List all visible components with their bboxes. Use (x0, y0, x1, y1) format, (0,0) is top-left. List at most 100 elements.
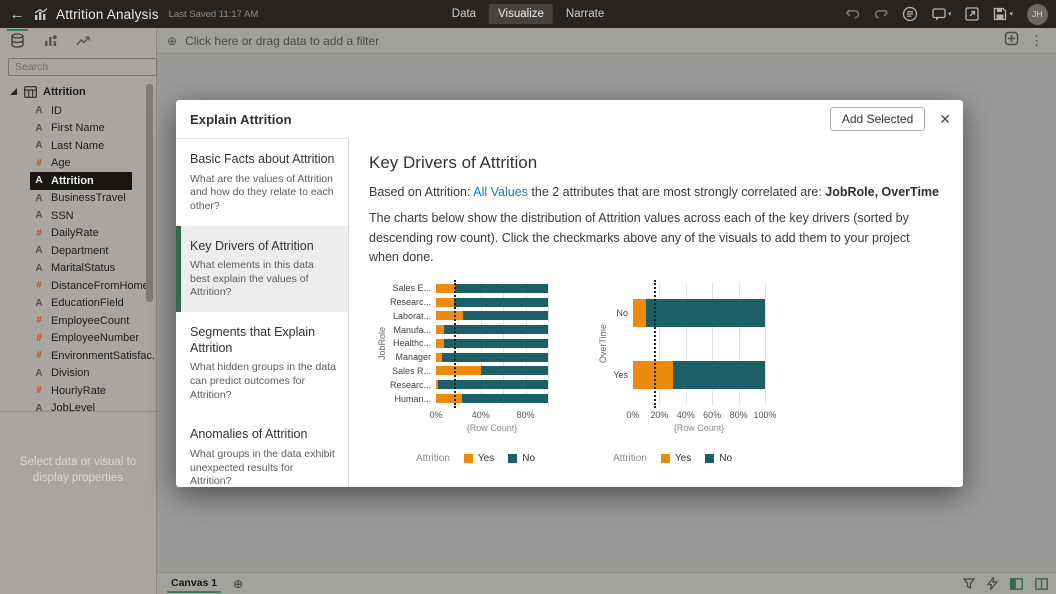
comment-icon[interactable]: ▾ (932, 8, 952, 21)
field-row[interactable]: ASSN (30, 207, 132, 225)
segment-no (454, 298, 548, 307)
toggle-split-panel-icon[interactable] (1035, 578, 1048, 590)
close-icon[interactable]: ✕ (939, 112, 951, 126)
bar-healthc-[interactable] (436, 339, 548, 348)
category-label: Researc... (388, 380, 436, 390)
insights-icon[interactable] (902, 6, 918, 22)
field-row[interactable]: #EmployeeNumber (30, 330, 132, 348)
stacked-bar-chart[interactable]: JobRoleSales E...Researc...Laborat...Man… (375, 282, 548, 464)
stacked-bar-chart[interactable]: OverTimeNoYes0%20%40%60%80%100%{Row Coun… (596, 282, 765, 464)
canvas-settings-icon[interactable] (1004, 31, 1019, 51)
bar-laborat-[interactable] (436, 311, 548, 320)
filter-bar[interactable]: ⊕ Click here or drag data to add a filte… (157, 28, 1056, 54)
field-row[interactable]: ABusinessTravel (30, 190, 132, 208)
bar-manufa-[interactable] (436, 325, 548, 334)
field-row[interactable]: #DistanceFromHome (30, 277, 132, 295)
explain-content: Key Drivers of Attrition Based on Attrit… (349, 138, 963, 487)
add-canvas-icon[interactable]: ⊕ (233, 578, 243, 590)
search-input[interactable] (8, 58, 157, 76)
save-caret-icon: ▾ (1009, 10, 1013, 18)
field-row[interactable]: #Age (30, 155, 132, 173)
correlation-summary: Based on Attrition: All Values the 2 att… (369, 183, 939, 202)
text-field-icon: A (34, 298, 44, 309)
scrollbar-thumb[interactable] (146, 84, 153, 302)
reference-line (454, 280, 456, 408)
field-row[interactable]: #EmployeeCount (30, 312, 132, 330)
text-field-icon: A (34, 263, 44, 274)
legend-title: Attrition (613, 453, 647, 464)
segment-no (455, 284, 548, 293)
legend-swatch (661, 454, 670, 463)
menu-item-desc: What hidden groups in the data can predi… (190, 361, 336, 402)
analytics-tab-icon[interactable] (76, 30, 92, 53)
field-row[interactable]: ADepartment (30, 242, 132, 260)
category-label: Manufa... (388, 325, 436, 335)
expand-triangle-icon (10, 88, 18, 96)
field-label: DistanceFromHome (51, 280, 149, 292)
toggle-left-panel-icon[interactable] (1010, 578, 1023, 590)
field-label: DailyRate (51, 227, 99, 239)
explain-menu-item[interactable]: Anomalies of AttritionWhat groups in the… (176, 414, 348, 487)
charts-description: The charts below show the distribution o… (369, 209, 939, 267)
undo-icon[interactable] (846, 8, 860, 20)
bar-sales-r-[interactable] (436, 366, 548, 375)
field-row[interactable]: AID (30, 102, 132, 120)
x-tick: 60% (703, 410, 721, 420)
canvas-tab[interactable]: Canvas 1 (165, 574, 223, 593)
explain-menu: Basic Facts about AttritionWhat are the … (176, 138, 349, 487)
filter-indicator-icon[interactable] (963, 578, 975, 590)
bar-researc-[interactable] (436, 380, 548, 389)
avatar[interactable]: JH (1027, 4, 1048, 25)
back-icon[interactable]: ← (0, 6, 34, 23)
field-row[interactable]: AMaritalStatus (30, 260, 132, 278)
menu-item-desc: What elements in this data best explain … (190, 259, 336, 300)
field-row[interactable]: AFirst Name (30, 120, 132, 138)
bar-sales-e-[interactable] (436, 284, 548, 293)
legend-item: Yes (661, 453, 691, 464)
field-row[interactable]: AAttrition (30, 172, 132, 190)
field-row[interactable]: ALast Name (30, 137, 132, 155)
segment-yes (436, 311, 463, 320)
visualizations-tab-icon[interactable] (43, 29, 58, 53)
tab-visualize[interactable]: Visualize (489, 4, 553, 24)
number-field-icon: # (34, 158, 44, 169)
add-selected-button[interactable]: Add Selected (830, 107, 925, 131)
y-axis-label: OverTime (596, 282, 609, 406)
present-icon[interactable] (965, 7, 979, 21)
legend-swatch (705, 454, 714, 463)
menu-item-desc: What are the values of Attrition and how… (190, 173, 336, 214)
app-logo-icon (34, 8, 48, 20)
explain-menu-item[interactable]: Segments that Explain AttritionWhat hidd… (176, 312, 348, 414)
segment-yes (436, 339, 444, 348)
bar-no[interactable] (633, 299, 765, 327)
bottom-bar: Canvas 1 ⊕ (157, 572, 1056, 594)
bar-human-[interactable] (436, 394, 548, 403)
x-tick: 80% (517, 410, 535, 420)
field-row[interactable]: A EducationField (30, 295, 132, 313)
tab-narrate[interactable]: Narrate (557, 4, 613, 24)
bar-researc-[interactable] (436, 298, 548, 307)
segment-no (646, 299, 765, 327)
explain-menu-item[interactable]: Basic Facts about AttritionWhat are the … (176, 139, 348, 226)
bar-yes[interactable] (633, 361, 765, 389)
all-values-link[interactable]: All Values (473, 185, 528, 199)
chart-legend: AttritionYesNo (613, 453, 765, 464)
dataset-node[interactable]: Attrition (0, 82, 156, 102)
menu-kebab-icon[interactable]: ⋮ (1027, 33, 1046, 49)
data-tab-icon[interactable] (10, 29, 25, 53)
field-row[interactable]: #DailyRate (30, 225, 132, 243)
field-label: EducationField (51, 297, 124, 309)
field-label: Last Name (51, 140, 104, 152)
bar-manager[interactable] (436, 353, 548, 362)
dataset-icon (24, 86, 37, 98)
y-axis-label: JobRole (375, 282, 388, 406)
tab-data[interactable]: Data (443, 4, 485, 24)
save-icon[interactable]: ▾ (993, 7, 1013, 21)
redo-icon[interactable] (874, 8, 888, 20)
x-axis-label: {Row Count} (436, 423, 548, 433)
chart-legend: AttritionYesNo (416, 453, 548, 464)
auto-apply-icon[interactable] (987, 577, 998, 590)
add-filter-icon[interactable]: ⊕ (167, 35, 177, 47)
content-title: Key Drivers of Attrition (369, 153, 939, 173)
explain-menu-item[interactable]: Key Drivers of AttritionWhat elements in… (176, 226, 348, 313)
